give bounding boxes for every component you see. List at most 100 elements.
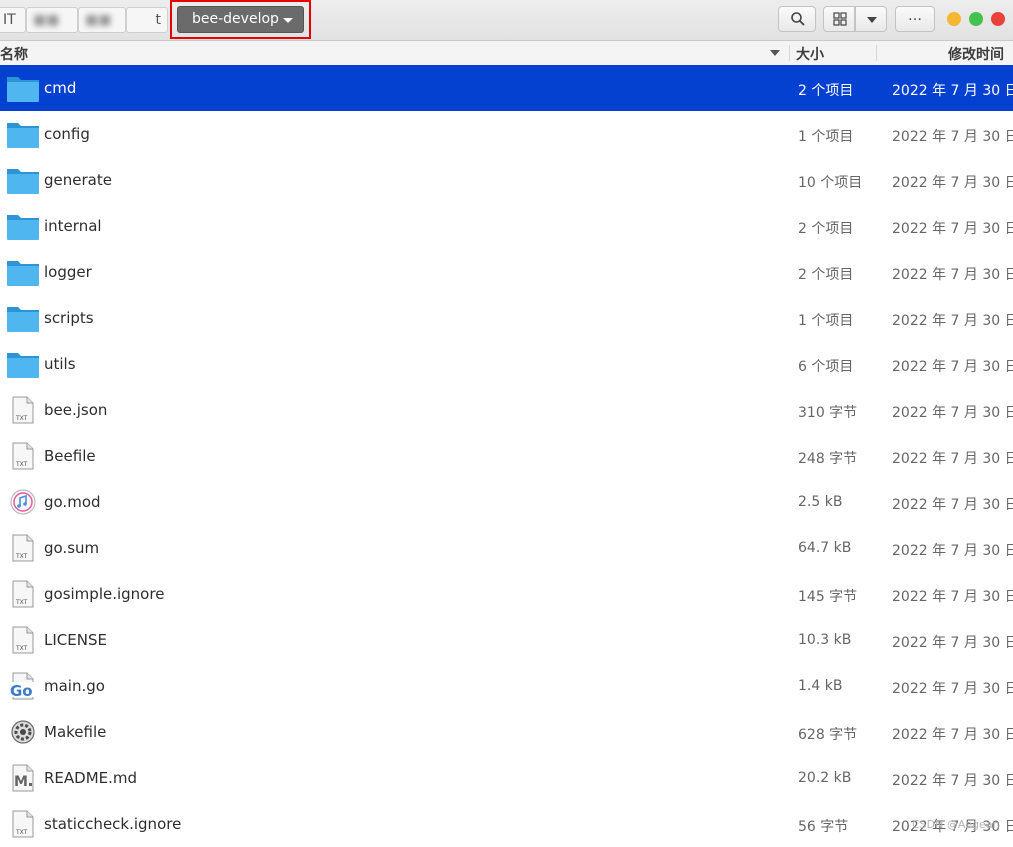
file-row[interactable]: Go main.go 1.4 kB 2022 年 7 月 30 日 [0,663,1013,709]
file-row[interactable]: TXT staticcheck.ignore 56 字节 2022 年 7 月 30 … [0,801,1013,847]
folder-icon [7,73,39,103]
view-options-dropdown[interactable] [855,6,887,32]
file-size: 2 个项目 [798,221,854,237]
file-row[interactable]: TXT LICENSE 10.3 kB 2022 年 7 月 30 日 [0,617,1013,663]
file-row[interactable]: Makefile 628 字节 2022 年 7 月 30 日 [0,709,1013,755]
file-row[interactable]: TXT Beefile 248 字节 2022 年 7 月 30 日 [0,433,1013,479]
txt-file-icon: TXT [7,809,39,839]
file-row[interactable]: TXT gosimple.ignore 145 字节 2022 年 7 月 30 日 [0,571,1013,617]
file-row[interactable]: M README.md 20.2 kB 2022 年 7 月 30 日 [0,755,1013,801]
file-name: internal [44,217,102,235]
breadcrumb-item-4[interactable]: t [126,7,168,33]
txt-file-icon: TXT [7,441,39,471]
file-row[interactable]: TXT bee.json 310 字节 2022 年 7 月 30 日 [0,387,1013,433]
file-modified-date: 2022 年 7 月 30 日 [892,681,1013,697]
file-name: LICENSE [44,631,107,649]
breadcrumb-label: t [155,12,162,28]
column-modified-header[interactable]: 修改时间 [948,44,1004,64]
grid-view-icon [833,12,847,26]
folder-icon [7,303,39,333]
column-name-header[interactable]: 名称 [0,44,28,64]
folder-icon [7,349,39,379]
breadcrumb-item-3[interactable]: ■■ ■■ [78,7,126,33]
svg-text:TXT: TXT [15,415,28,422]
file-modified-date: 2022 年 7 月 30 日 [892,83,1013,99]
file-name: logger [44,263,92,281]
file-name: gosimple.ignore [44,585,165,603]
minimize-button[interactable] [947,12,961,26]
file-modified-date: 2022 年 7 月 30 日 [892,773,1013,789]
file-size: 2 个项目 [798,267,854,283]
file-size: 1 个项目 [798,129,854,145]
file-row[interactable]: config 1 个项目 2022 年 7 月 30 日 [0,111,1013,157]
file-name: generate [44,171,112,189]
annotation-highlight-box [170,0,311,39]
file-row[interactable]: generate 10 个项目 2022 年 7 月 30 日 [0,157,1013,203]
file-row[interactable]: internal 2 个项目 2022 年 7 月 30 日 [0,203,1013,249]
column-size-header[interactable]: 大小 [796,44,824,64]
sort-descending-icon[interactable] [770,50,780,56]
folder-icon [7,211,39,241]
folder-icon [7,119,39,149]
svg-text:TXT: TXT [15,599,28,606]
file-size: 10 个项目 [798,175,863,191]
file-size: 10.3 kB [798,632,852,648]
file-name: go.sum [44,539,100,557]
makefile-gear-icon [7,717,39,747]
go-file-icon: Go [7,671,39,701]
file-size: 1 个项目 [798,313,854,329]
breadcrumb-item-2[interactable]: ■■ ■■ [26,7,78,33]
file-modified-date: 2022 年 7 月 30 日 [892,589,1013,605]
file-size: 2 个项目 [798,83,854,99]
file-size: 64.7 kB [798,540,852,556]
search-icon [791,12,805,26]
file-size: 1.4 kB [798,678,843,694]
breadcrumb-label: ■■ ■■ [33,12,60,28]
txt-file-icon: TXT [7,579,39,609]
breadcrumb-item-1[interactable]: IT [0,7,26,33]
file-modified-date: 2022 年 7 月 30 日 [892,405,1013,421]
view-toggle-button[interactable] [823,6,855,32]
more-icon: … [908,8,922,24]
txt-file-icon: TXT [7,533,39,563]
txt-file-icon: TXT [7,625,39,655]
svg-text:M: M [14,774,28,790]
file-name: cmd [44,79,77,97]
column-divider[interactable] [789,45,790,61]
file-size: 2.5 kB [798,494,843,510]
file-list: cmd 2 个项目 2022 年 7 月 30 日 config 1 个项目 2022 年… [0,65,1013,847]
file-size: 145 字节 [798,589,858,605]
svg-text:Go: Go [10,682,33,700]
file-modified-date: 2022 年 7 月 30 日 [892,175,1013,191]
file-size: 310 字节 [798,405,858,421]
file-modified-date: 2022 年 7 月 30 日 [892,359,1013,375]
watermark: CSDN @Aegean [912,818,1000,831]
file-row[interactable]: TXT go.sum 64.7 kB 2022 年 7 月 30 日 [0,525,1013,571]
file-name: utils [44,355,76,373]
column-divider[interactable] [876,45,877,61]
file-modified-date: 2022 年 7 月 30 日 [892,727,1013,743]
close-button[interactable] [991,12,1005,26]
header-bar: IT ■■ ■■ ■■ ■■ t bee-develop … [0,0,1013,41]
file-name: scripts [44,309,94,327]
maximize-button[interactable] [969,12,983,26]
file-size: 20.2 kB [798,770,852,786]
file-size: 248 字节 [798,451,858,467]
file-row[interactable]: go.mod 2.5 kB 2022 年 7 月 30 日 [0,479,1013,525]
column-header: 名称 大小 修改时间 [0,41,1013,66]
file-row[interactable]: utils 6 个项目 2022 年 7 月 30 日 [0,341,1013,387]
file-modified-date: 2022 年 7 月 30 日 [892,129,1013,145]
file-row[interactable]: scripts 1 个项目 2022 年 7 月 30 日 [0,295,1013,341]
markdown-file-icon: M [7,763,39,793]
file-size: 628 字节 [798,727,858,743]
file-name: Beefile [44,447,96,465]
chevron-down-icon [867,17,877,23]
folder-icon [7,165,39,195]
file-name: config [44,125,90,143]
file-row[interactable]: cmd 2 个项目 2022 年 7 月 30 日 [0,65,1013,111]
more-options-button[interactable]: … [895,6,935,32]
file-row[interactable]: logger 2 个项目 2022 年 7 月 30 日 [0,249,1013,295]
file-name: Makefile [44,723,107,741]
file-modified-date: 2022 年 7 月 30 日 [892,313,1013,329]
search-button[interactable] [778,6,816,32]
